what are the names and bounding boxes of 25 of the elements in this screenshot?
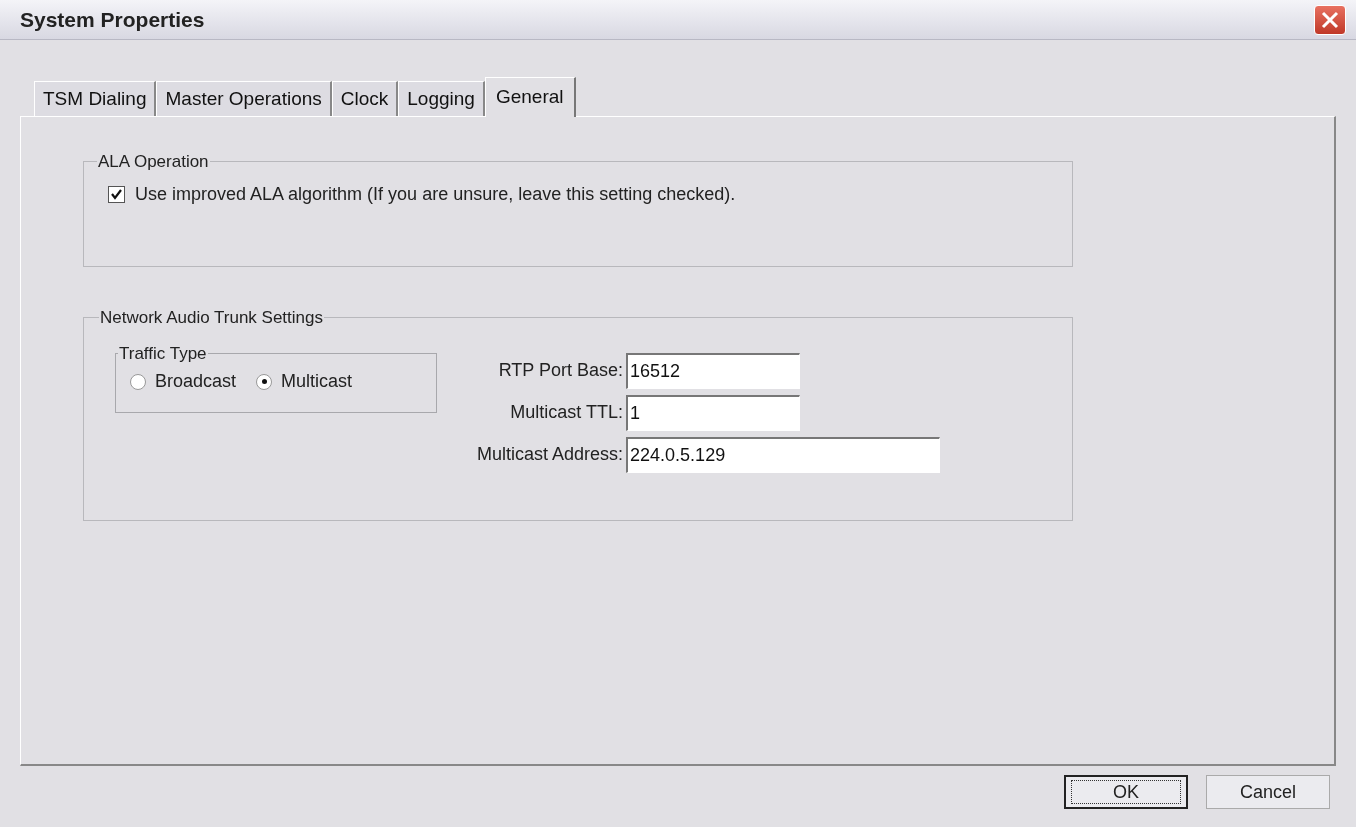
field-label: RTP Port Base:: [497, 359, 624, 382]
radio-label: Multicast: [281, 370, 353, 393]
checkbox-label: Use improved ALA algorithm (If you are unsure, leave this setting checked).: [135, 182, 736, 206]
dialog-button[interactable]: OK: [1064, 775, 1188, 809]
group-title: ALA Operation: [97, 151, 210, 173]
dialog-button[interactable]: Cancel: [1206, 775, 1330, 809]
input-field[interactable]: 224.0.5.129: [626, 436, 941, 473]
group-title: Network Audio Trunk Settings: [99, 307, 324, 329]
group-title: Traffic Type: [118, 342, 208, 365]
input-field[interactable]: 16512: [626, 352, 801, 389]
tab[interactable]: TSM Dialing: [34, 81, 157, 116]
field-label: Multicast Address:: [477, 443, 624, 466]
tab[interactable]: Master Operations: [156, 81, 332, 116]
tab[interactable]: Logging: [398, 81, 485, 116]
close-icon: [1320, 9, 1340, 30]
radio-label: Broadcast: [155, 370, 237, 393]
input-field[interactable]: 1: [626, 394, 801, 431]
checkbox[interactable]: [108, 185, 125, 203]
close-button[interactable]: [1314, 4, 1346, 35]
field-label: Multicast TTL:: [509, 401, 624, 424]
radio-button[interactable]: [130, 373, 146, 390]
window-title: System Properties: [20, 6, 205, 33]
tab[interactable]: General: [484, 77, 576, 117]
radio-button[interactable]: [256, 373, 273, 390]
tab[interactable]: Clock: [331, 81, 399, 116]
